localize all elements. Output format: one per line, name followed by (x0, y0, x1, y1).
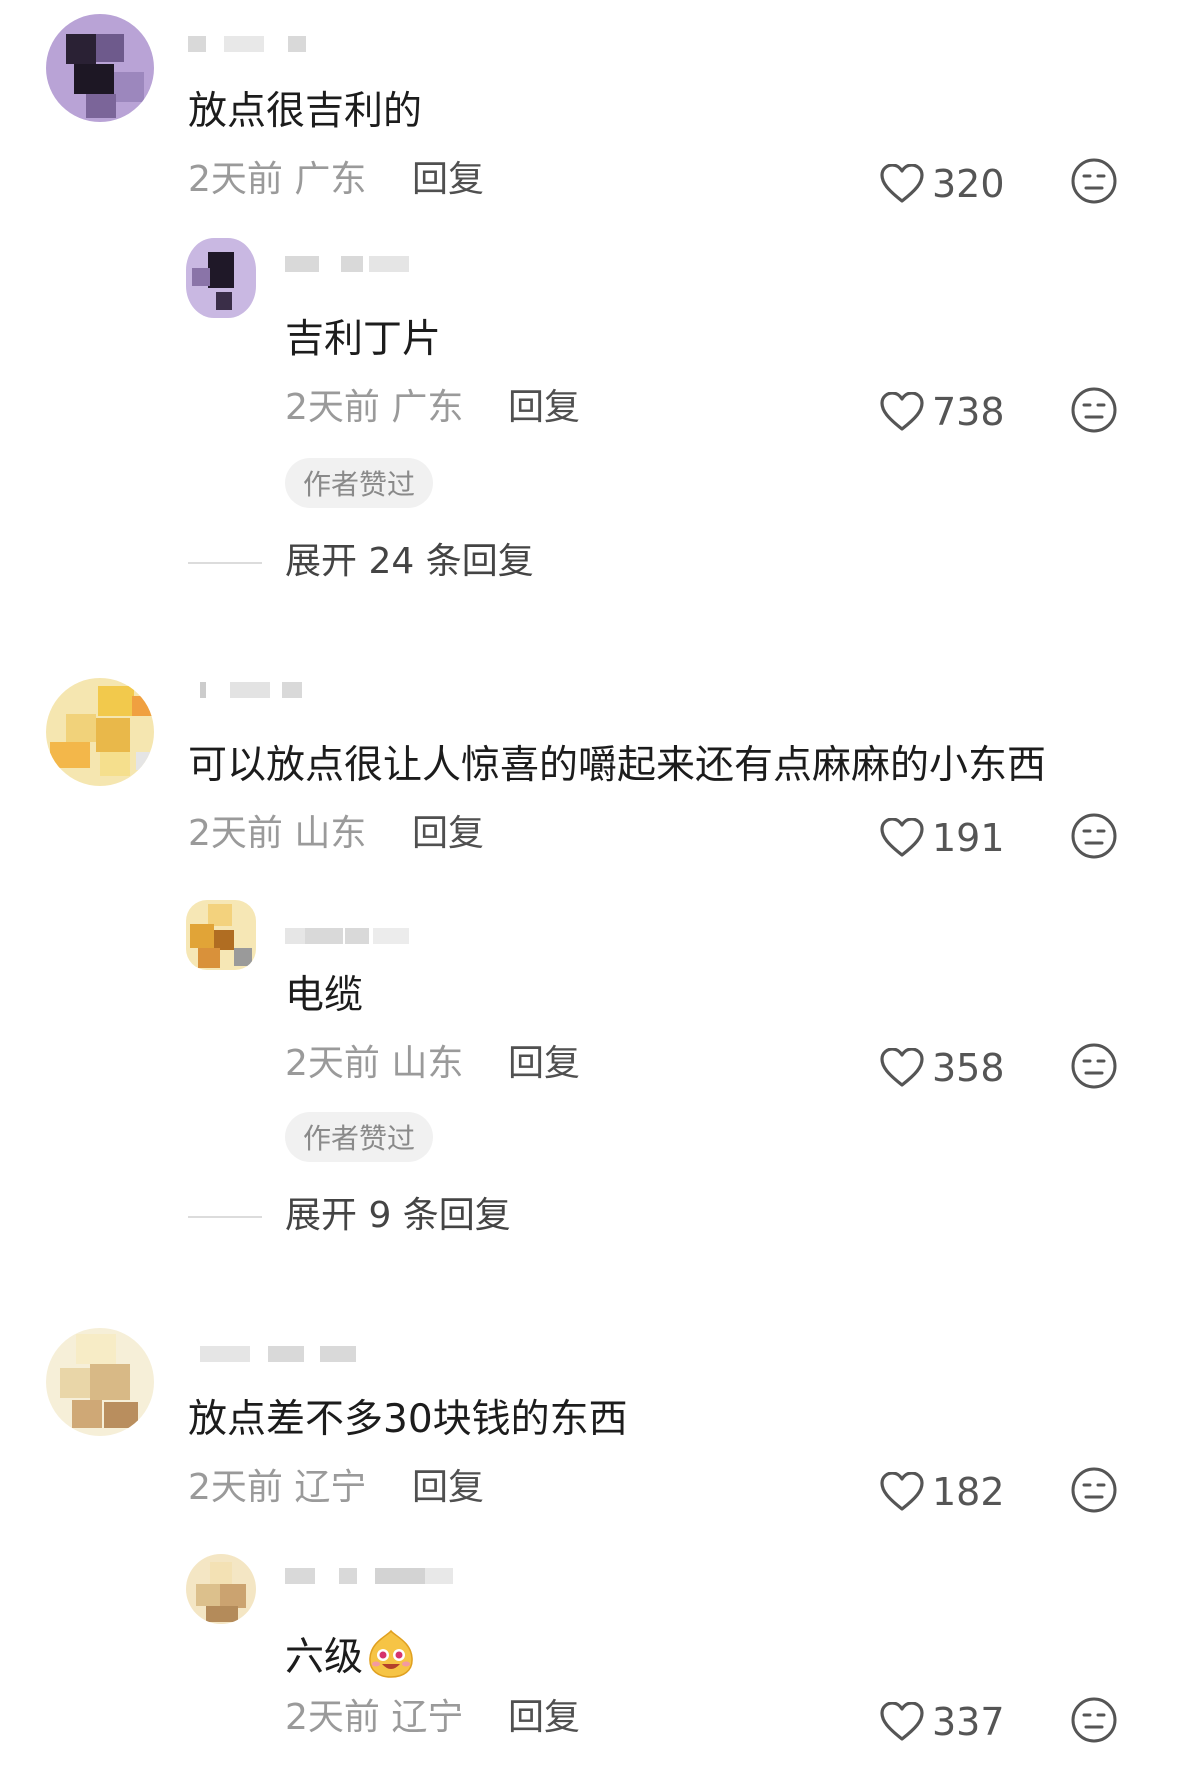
expand-divider (188, 562, 262, 564)
reply-text: 电缆 (285, 973, 364, 1018)
username-blurred[interactable] (285, 928, 410, 944)
like-count: 320 (932, 162, 1005, 206)
heart-icon (880, 1472, 924, 1511)
reply-button[interactable]: 回复 (412, 816, 484, 852)
comment-location: 广东 (294, 159, 367, 200)
comment-time: 2天前 广东 (188, 159, 367, 200)
reply-button[interactable]: 回复 (508, 390, 580, 426)
like-button[interactable]: 191 (880, 814, 1005, 862)
username-blurred[interactable] (285, 256, 410, 272)
like-button[interactable]: 182 (880, 1468, 1005, 1516)
dislike-face-icon[interactable] (1070, 1696, 1118, 1744)
reply-text: 吉利丁片 (285, 317, 442, 362)
avatar[interactable] (46, 14, 154, 122)
avatar[interactable] (46, 1328, 154, 1436)
heart-icon (880, 392, 924, 431)
like-button[interactable]: 738 (880, 388, 1005, 436)
dislike-face-icon[interactable] (1070, 1466, 1118, 1514)
reply-time: 2天前 辽宁 (285, 1697, 464, 1738)
expand-divider (188, 1216, 262, 1218)
username-blurred[interactable] (285, 1568, 455, 1584)
reply-time: 2天前 山东 (285, 1043, 464, 1084)
comment-location: 辽宁 (294, 1467, 367, 1508)
reply-button[interactable]: 回复 (508, 1700, 580, 1736)
like-count: 358 (932, 1046, 1005, 1090)
reply-button[interactable]: 回复 (508, 1046, 580, 1082)
reply-location: 山东 (391, 1043, 464, 1084)
avatar[interactable] (186, 1554, 256, 1624)
like-button[interactable]: 358 (880, 1044, 1005, 1092)
comment-location: 山东 (294, 813, 367, 854)
username-blurred[interactable] (200, 1346, 360, 1362)
avatar[interactable] (46, 678, 154, 786)
author-liked-badge: 作者赞过 (285, 1112, 434, 1162)
reply-location: 广东 (391, 387, 464, 428)
like-button[interactable]: 320 (880, 160, 1005, 208)
reply-time: 2天前 广东 (285, 387, 464, 428)
avatar[interactable] (186, 238, 256, 318)
like-count: 191 (932, 816, 1005, 860)
expand-replies-button[interactable]: 展开 9 条回复 (285, 1198, 511, 1234)
comment-text: 可以放点很让人惊喜的嚼起来还有点麻麻的小东西 (188, 743, 1047, 788)
expand-replies-button[interactable]: 展开 24 条回复 (285, 544, 534, 580)
comment-time: 2天前 辽宁 (188, 1467, 367, 1508)
heart-icon (880, 1048, 924, 1087)
reply-text: 六级 (285, 1628, 417, 1680)
smiling-face-emoji (369, 1629, 413, 1678)
avatar[interactable] (186, 900, 256, 970)
comment-text: 放点很吉利的 (188, 89, 423, 134)
comment-text: 放点差不多30块钱的东西 (188, 1397, 628, 1442)
like-count: 182 (932, 1470, 1005, 1514)
username-blurred[interactable] (200, 682, 305, 698)
like-button[interactable]: 337 (880, 1698, 1005, 1746)
author-liked-badge: 作者赞过 (285, 458, 434, 508)
dislike-face-icon[interactable] (1070, 386, 1118, 434)
like-count: 337 (932, 1700, 1005, 1744)
heart-icon (880, 818, 924, 857)
heart-icon (880, 1702, 924, 1741)
heart-icon (880, 164, 924, 203)
reply-location: 辽宁 (391, 1697, 464, 1738)
username-blurred[interactable] (188, 36, 318, 52)
dislike-face-icon[interactable] (1070, 812, 1118, 860)
reply-button[interactable]: 回复 (412, 162, 484, 198)
dislike-face-icon[interactable] (1070, 1042, 1118, 1090)
dislike-face-icon[interactable] (1070, 157, 1118, 205)
reply-button[interactable]: 回复 (412, 1470, 484, 1506)
comment-time: 2天前 山东 (188, 813, 367, 854)
like-count: 738 (932, 390, 1005, 434)
